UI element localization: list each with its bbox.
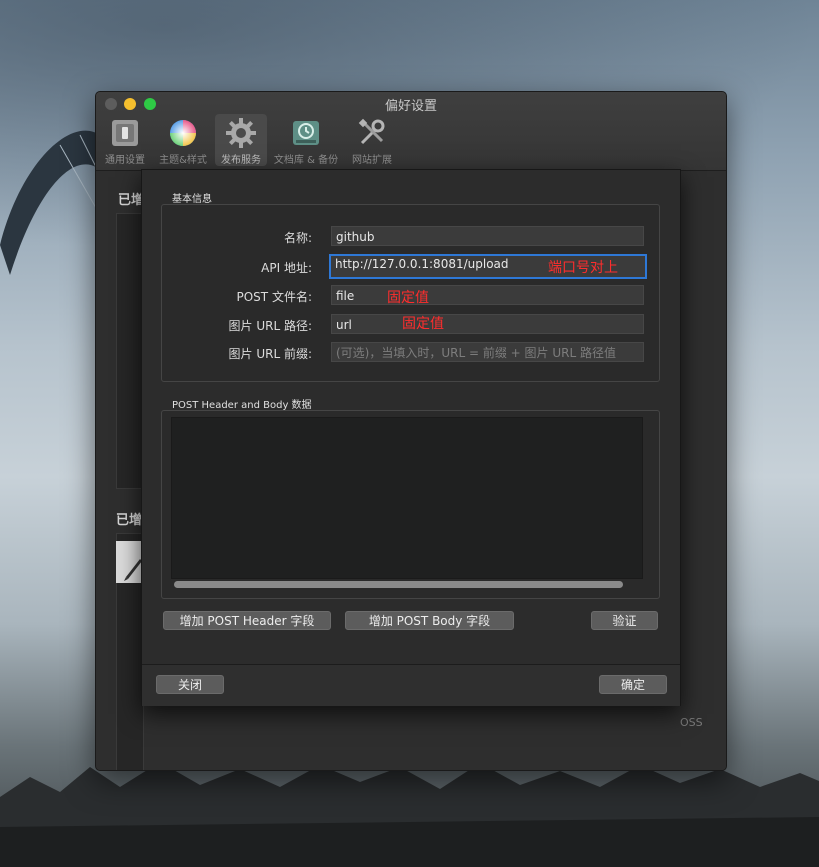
post-data-editor[interactable]: [171, 417, 643, 579]
switch-icon: [112, 120, 138, 146]
toolbar-theme[interactable]: 主题&样式: [154, 114, 212, 166]
url-prefix-field[interactable]: (可选)，当填入时，URL = 前缀 + 图片 URL 路径值: [331, 342, 644, 362]
fixed-value-annotation-2: 固定值: [402, 316, 444, 332]
window-titlebar: 偏好设置 通用设置 主题&样式 发布服务 文档库 & 备份 网站扩展: [96, 92, 726, 171]
post-data-title: POST Header and Body 数据: [172, 400, 312, 411]
toolbar-extensions[interactable]: 网站扩展: [346, 114, 398, 166]
services-list-panel[interactable]: [116, 213, 144, 489]
api-address-label: API 地址:: [261, 261, 312, 275]
toolbar-library-backup[interactable]: 文档库 & 备份: [272, 114, 340, 166]
color-wheel-icon: [170, 120, 196, 146]
trees-silhouette-image: [0, 762, 819, 867]
url-path-label: 图片 URL 路径:: [228, 319, 312, 333]
edit-item-thumbnail[interactable]: [116, 541, 142, 583]
tools-icon: [358, 118, 385, 145]
toolbar-general-label: 通用设置: [105, 155, 145, 166]
horizontal-scrollbar[interactable]: [174, 581, 623, 588]
name-field[interactable]: github: [331, 226, 644, 246]
post-filename-field[interactable]: file: [331, 285, 644, 305]
toolbar-extensions-label: 网站扩展: [352, 155, 392, 166]
confirm-button[interactable]: 确定: [599, 675, 667, 694]
toolbar-general[interactable]: 通用设置: [102, 114, 148, 166]
window-title: 偏好设置: [384, 99, 437, 114]
close-button[interactable]: 关闭: [156, 675, 224, 694]
add-post-header-button[interactable]: 增加 POST Header 字段: [163, 611, 331, 630]
basic-info-title: 基本信息: [172, 194, 212, 205]
oss-label: OSS: [680, 716, 703, 729]
publish-service-sheet: 基本信息 名称: github API 地址: http://127.0.0.1…: [141, 169, 681, 706]
port-annotation: 端口号对上: [548, 260, 618, 276]
url-path-field[interactable]: url: [331, 314, 644, 334]
toolbar-publish-label: 发布服务: [221, 155, 261, 166]
toolbar-theme-label: 主题&样式: [159, 155, 207, 166]
verify-button[interactable]: 验证: [591, 611, 658, 630]
toolbar-publish[interactable]: 发布服务: [215, 114, 267, 166]
toolbar-library-backup-label: 文档库 & 备份: [273, 155, 339, 166]
gear-icon: [226, 118, 256, 148]
add-post-body-button[interactable]: 增加 POST Body 字段: [345, 611, 514, 630]
url-prefix-label: 图片 URL 前缀:: [228, 347, 312, 361]
added-items-label: 已增: [116, 513, 143, 528]
post-filename-label: POST 文件名:: [236, 290, 313, 304]
fixed-value-annotation-1: 固定值: [387, 290, 429, 306]
pencil-icon: [124, 559, 142, 581]
sheet-footer: 关闭 确定: [142, 664, 680, 706]
name-label: 名称:: [283, 231, 312, 245]
time-machine-icon: [293, 121, 319, 145]
